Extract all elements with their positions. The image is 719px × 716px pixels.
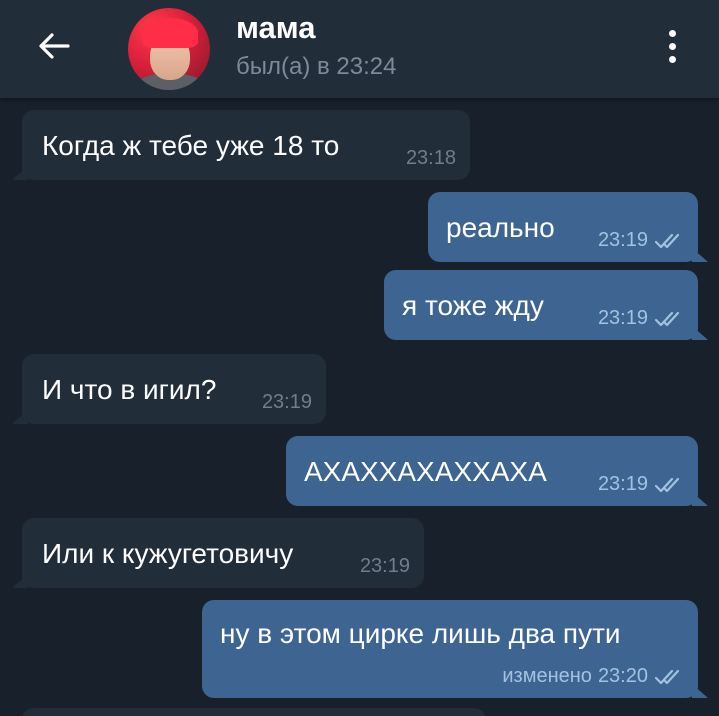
message-bubble-outgoing[interactable]: ну в этом цирке лишь два пути изменено 2… xyxy=(202,600,708,698)
message-time: 23:19 xyxy=(359,555,410,577)
message-time: 23:20 xyxy=(597,665,648,687)
message-text: ну в этом цирке лишь два пути xyxy=(220,618,621,649)
contact-status: был(а) в 23:24 xyxy=(236,53,397,80)
message-time: 23:19 xyxy=(261,391,312,413)
vertical-dots-icon xyxy=(668,29,676,37)
message-time: 23:18 xyxy=(405,147,456,169)
contact-name[interactable]: мама xyxy=(236,10,316,46)
message-time: 23:19 xyxy=(597,473,648,495)
arrow-left-icon xyxy=(39,33,70,59)
message-text: реально xyxy=(446,212,555,243)
avatar[interactable] xyxy=(128,8,210,90)
message-time: 23:19 xyxy=(597,307,648,329)
message-text: Или к кужугетовичу xyxy=(42,538,294,569)
message-bubble-outgoing[interactable]: АХАХХАХАХХАХА 23:19 xyxy=(286,436,708,506)
double-check-icon xyxy=(654,233,680,248)
message-bubble-outgoing[interactable]: реально 23:19 xyxy=(428,192,708,262)
message-bubble-incoming[interactable]: И что в игил? 23:19 xyxy=(12,354,326,424)
message-bubble-incoming[interactable]: Когда ж тебе уже 18 то 23:18 xyxy=(12,110,470,180)
more-options-button[interactable] xyxy=(654,22,690,70)
double-check-icon xyxy=(654,477,680,492)
edited-label: изменено xyxy=(502,665,592,687)
message-text: Когда ж тебе уже 18 то xyxy=(42,130,340,161)
message-text: И что в игил? xyxy=(42,374,217,405)
double-check-icon xyxy=(654,669,680,684)
message-time: 23:19 xyxy=(597,229,648,251)
back-button[interactable] xyxy=(28,24,80,68)
double-check-icon xyxy=(654,311,680,326)
message-text: я тоже жду xyxy=(402,290,544,321)
chat-header: мама был(а) в 23:24 xyxy=(0,0,719,98)
message-bubble-incoming[interactable]: Или к кужугетовичу 23:19 xyxy=(12,518,424,588)
message-text: АХАХХАХАХХАХА xyxy=(304,456,547,487)
message-bubble-outgoing[interactable]: я тоже жду 23:19 xyxy=(384,270,708,340)
message-bubble-incoming-partial[interactable] xyxy=(22,708,486,716)
